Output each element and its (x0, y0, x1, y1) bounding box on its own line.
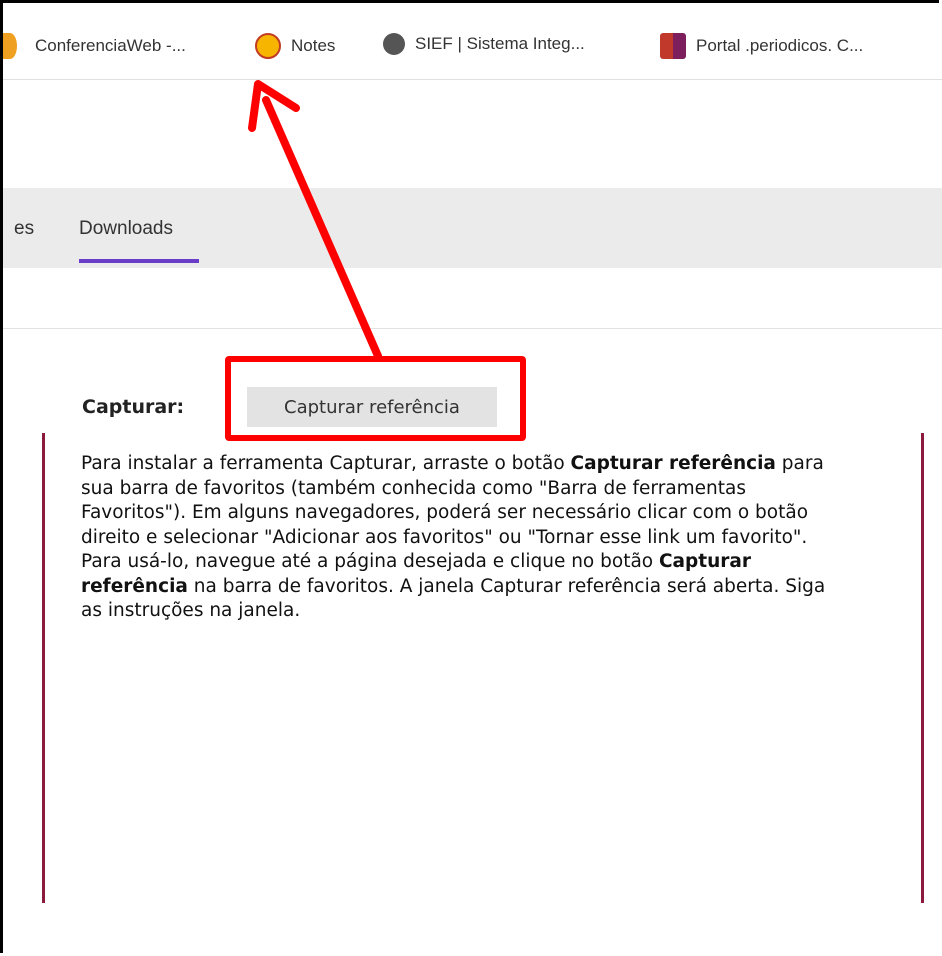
bookmark-conferenciaweb[interactable]: ConferenciaWeb -... (3, 33, 186, 59)
annotation-highlight-box (225, 356, 526, 441)
bookmark-portal-periodicos[interactable]: Portal .periodicos. C... (660, 33, 863, 59)
bookmark-label: Notes (291, 36, 336, 55)
notes-icon (255, 33, 281, 59)
left-border-line (42, 433, 45, 903)
instructions-text-2b: na barra de favoritos. A janela Capturar… (81, 575, 826, 622)
capture-label: Capturar: (82, 396, 185, 418)
divider (3, 328, 942, 329)
tab-downloads[interactable]: Downloads (79, 218, 173, 240)
tab-bar: es Downloads (3, 188, 942, 268)
instructions-text-1a: Para instalar a ferramenta Capturar, arr… (81, 453, 571, 474)
bookmark-label: Portal .periodicos. C... (696, 36, 864, 55)
tab-partial[interactable]: es (14, 218, 34, 240)
bookmarks-bar: ConferenciaWeb -... Notes SIEF | Sistema… (3, 3, 942, 80)
active-tab-indicator (79, 259, 199, 263)
conferenciaweb-icon (3, 33, 17, 59)
right-border-line (921, 433, 924, 903)
bookmark-notes[interactable]: Notes (255, 33, 335, 59)
instructions-text-2a: Para usá-lo, navegue até a página deseja… (81, 551, 659, 572)
bookmark-label: SIEF | Sistema Integ... (415, 34, 585, 53)
bookmark-sief[interactable]: SIEF | Sistema Integ... (383, 33, 585, 55)
instructions-bold-1: Capturar referência (570, 453, 776, 474)
globe-icon (383, 33, 405, 55)
bookmark-label: ConferenciaWeb -... (35, 36, 186, 55)
portal-periodicos-icon (660, 33, 686, 59)
instructions-text: Para instalar a ferramenta Capturar, arr… (81, 452, 851, 624)
